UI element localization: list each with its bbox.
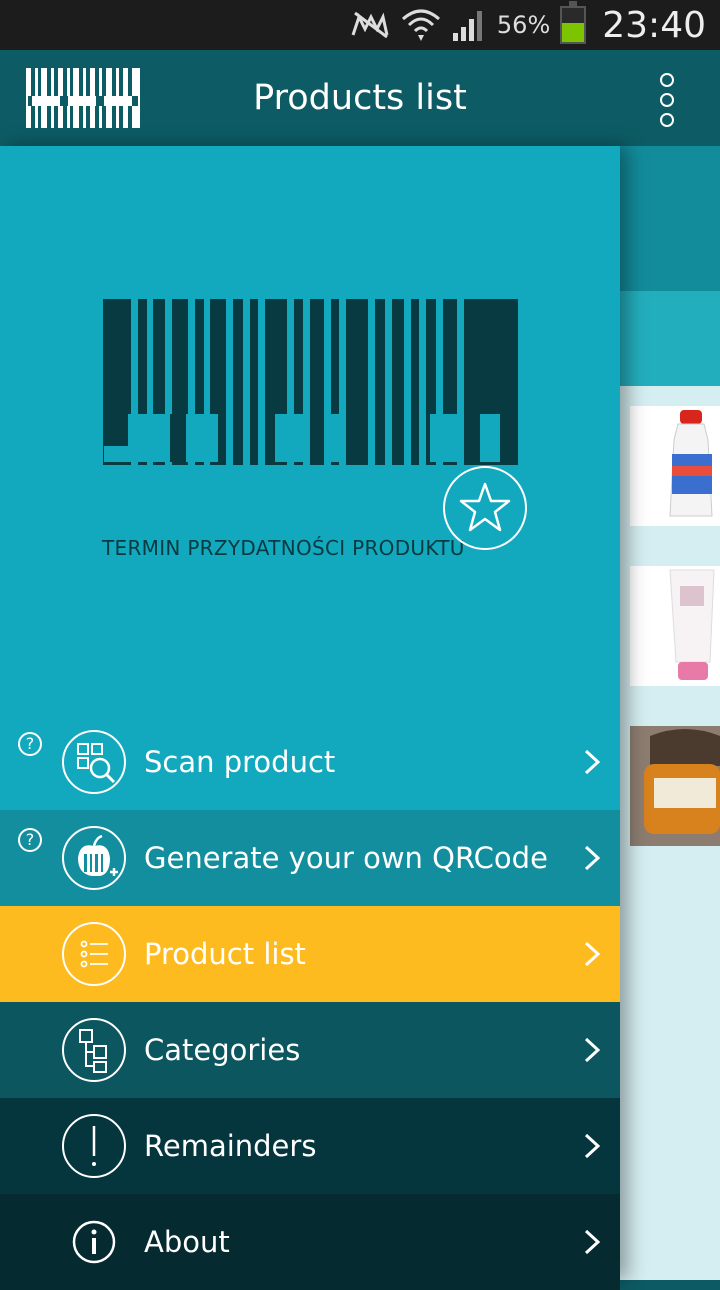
clock: 23:40 <box>602 4 706 46</box>
hierarchy-icon <box>62 1018 126 1082</box>
menu-item-label: Categories <box>144 1033 301 1067</box>
favorite-star-button[interactable] <box>443 466 527 550</box>
chevron-right-icon <box>584 845 601 871</box>
app-bar: Products list <box>0 50 720 146</box>
qr-scan-icon <box>62 730 126 794</box>
battery-icon <box>560 1 587 44</box>
signal-icon <box>452 11 482 41</box>
exclamation-icon <box>62 1114 126 1178</box>
help-icon[interactable]: ? <box>18 732 42 756</box>
status-bar: 56% 23:40 <box>0 0 720 50</box>
menu-item-label: Product list <box>144 937 306 971</box>
menu-item-label: Remainders <box>144 1129 317 1163</box>
chevron-right-icon <box>584 749 601 775</box>
chevron-right-icon <box>584 1037 601 1063</box>
menu-item-about[interactable]: About <box>0 1194 620 1290</box>
product-thumbnail-jam-jar <box>630 726 720 846</box>
menu-item-scan-product[interactable]: ? Scan product <box>0 714 620 810</box>
list-item[interactable] <box>620 546 720 686</box>
help-icon[interactable]: ? <box>18 828 42 852</box>
more-vert-icon[interactable] <box>654 70 680 127</box>
menu-item-product-list[interactable]: Product list <box>0 906 620 1002</box>
navigation-drawer: TERMIN PRZYDATNOŚCI PRODUKTU ? Scan prod… <box>0 146 620 1290</box>
menu-item-generate-qrcode[interactable]: ? Generate your own QRCode <box>0 810 620 906</box>
menu-item-label: Scan product <box>144 745 336 779</box>
info-icon <box>62 1210 126 1274</box>
list-item[interactable] <box>620 386 720 526</box>
list-icon <box>62 922 126 986</box>
star-icon <box>459 482 511 532</box>
menu-item-label: Generate your own QRCode <box>144 841 548 875</box>
wifi-icon <box>401 9 440 41</box>
list-item[interactable] <box>620 706 720 846</box>
menu-item-categories[interactable]: Categories <box>0 1002 620 1098</box>
product-thumbnail-cream-tube <box>630 566 720 686</box>
menu-item-label: About <box>144 1225 230 1259</box>
page-title: Products list <box>253 78 467 118</box>
drawer-menu: ? Scan product ? Generate your own QRCod… <box>0 714 620 1290</box>
chevron-right-icon <box>584 941 601 967</box>
chevron-right-icon <box>584 1229 601 1255</box>
list-header <box>620 146 720 291</box>
chevron-right-icon <box>584 1133 601 1159</box>
menu-item-remainders[interactable]: Remainders <box>0 1098 620 1194</box>
apple-qr-add-icon <box>62 826 126 890</box>
battery-percent: 56% <box>496 11 551 39</box>
product-list-background <box>620 146 720 1280</box>
notifications-muted-icon <box>351 11 389 39</box>
list-subheader <box>620 291 720 386</box>
product-thumbnail-milk-bottle <box>630 406 720 526</box>
